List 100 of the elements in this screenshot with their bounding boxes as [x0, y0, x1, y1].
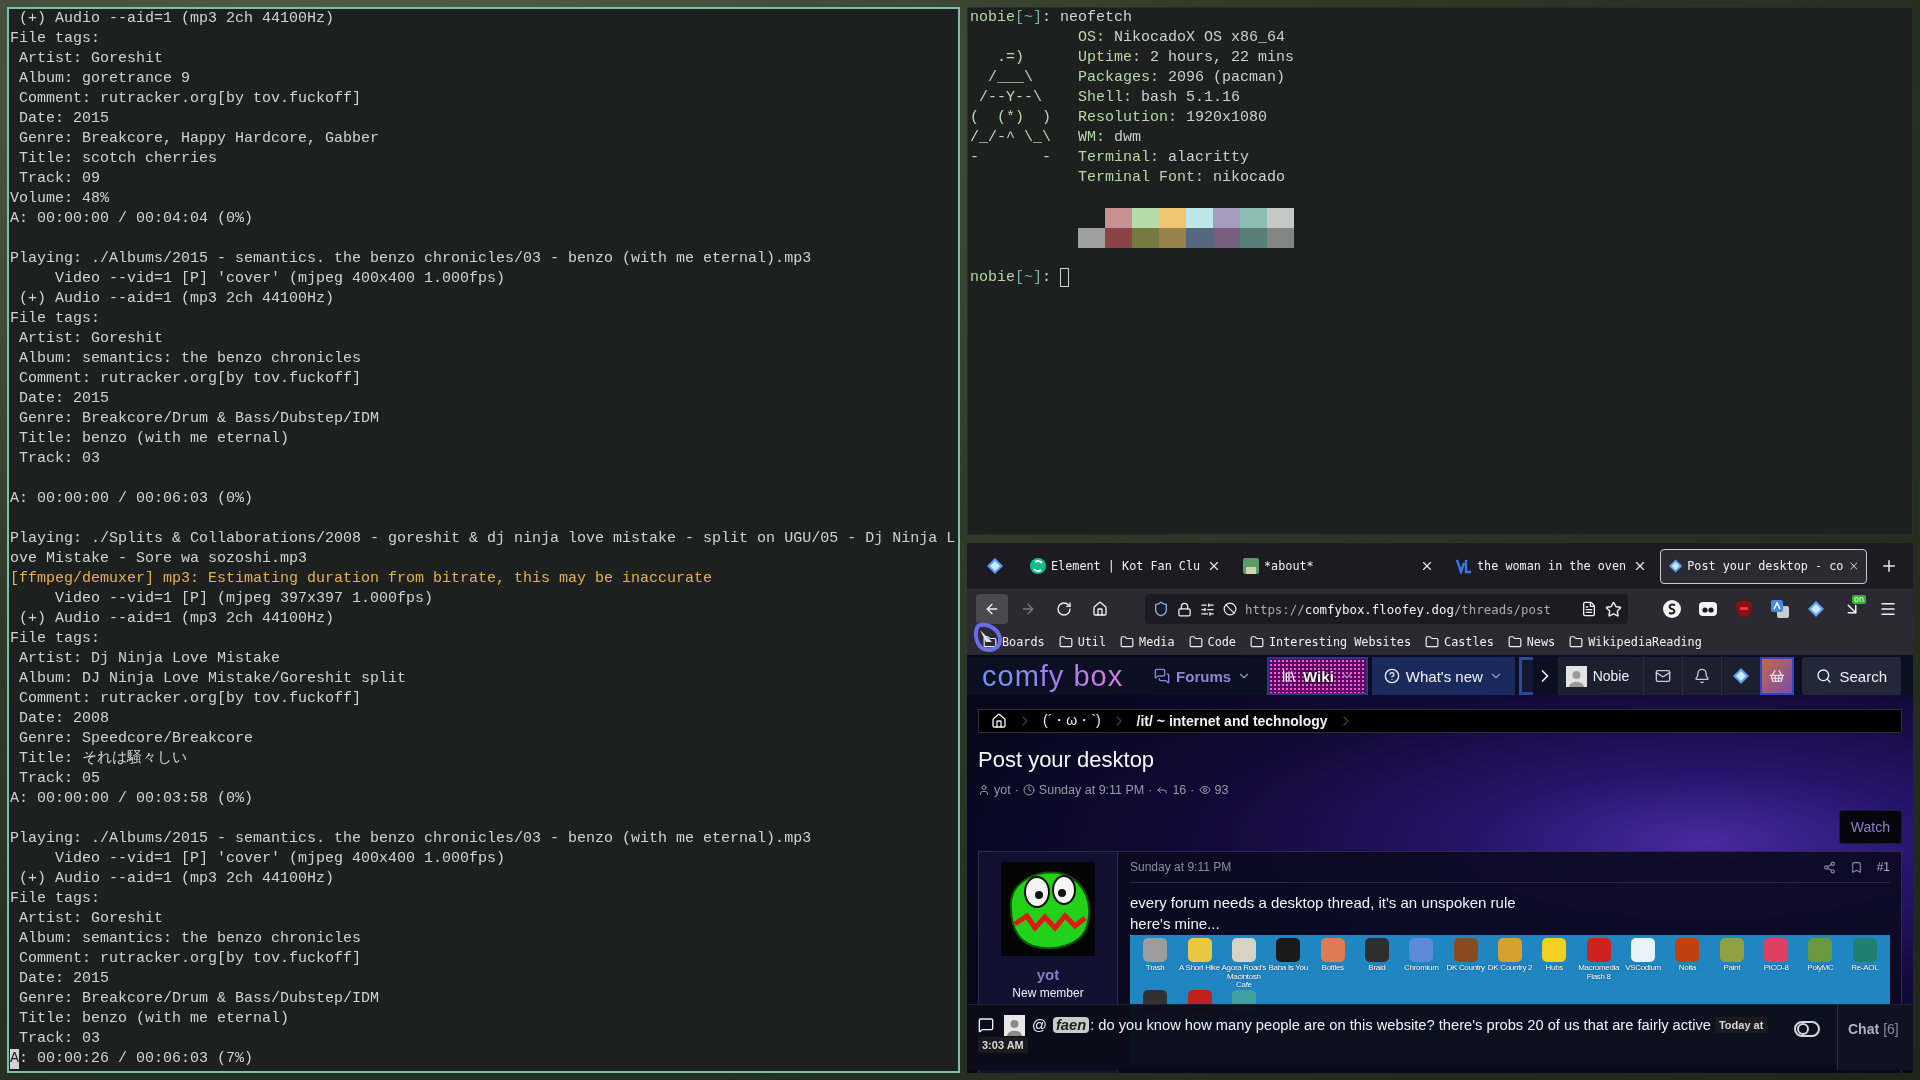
plus-icon	[1880, 557, 1898, 575]
app-label: Bottles	[1320, 964, 1345, 973]
terminal-line: Playing: ./Splits & Collaborations/2008 - goreshit & dj ninja love mistake - split on UGU/05 - Dj Ninja L	[10, 529, 956, 549]
terminal-line: Genre: Breakcore/Drum & Bass/Dubstep/IDM	[18, 409, 380, 429]
bookmark-folder[interactable]: Util	[1058, 635, 1107, 649]
speech-bubbles-icon	[1154, 668, 1171, 684]
post-number-link[interactable]: #1	[1876, 860, 1890, 874]
terminal-line: Date: 2008	[18, 709, 110, 729]
shield-icon	[1153, 601, 1169, 617]
terminal-line: Date: 2015	[18, 389, 110, 409]
username-link[interactable]: faen	[1052, 1017, 1090, 1033]
separator: ·	[1190, 783, 1195, 797]
browser-tab[interactable]: Post your desktop - co	[1660, 548, 1867, 584]
meta-text[interactable]: Sunday at 9:11 PM	[1038, 783, 1145, 797]
close-icon[interactable]	[1420, 559, 1434, 573]
clipped-nav-item[interactable]	[1518, 657, 1533, 695]
text-cursor: A	[10, 1049, 19, 1069]
bookmark-icon[interactable]	[1849, 860, 1863, 874]
bookmark-folder[interactable]: Interesting Websites	[1250, 635, 1412, 649]
share-icon[interactable]	[1822, 860, 1836, 874]
bell-icon	[1693, 668, 1710, 684]
reply-icon	[1156, 784, 1169, 796]
app-label: Hubs	[1544, 964, 1565, 973]
app-label: Noita	[1677, 964, 1697, 973]
terminal-line: Track: 09	[18, 169, 100, 189]
alerts-button[interactable]	[1682, 657, 1721, 695]
mouse-cursor-icon	[974, 622, 1004, 654]
terminal-line: Genre: Speedcore/Breakcore	[18, 729, 254, 749]
app-label: Trash	[1144, 964, 1166, 973]
chat-button[interactable]: Chat [6]	[1837, 1005, 1913, 1070]
terminal-line: Track: 03	[18, 1029, 100, 1049]
timestamp: Today at	[1714, 1017, 1768, 1033]
back-button[interactable]	[976, 594, 1008, 624]
image-placeholder	[1243, 558, 1259, 574]
close-icon[interactable]	[1633, 559, 1647, 573]
folder-icon	[1507, 635, 1522, 649]
bookmark-folder[interactable]: WikipediaReading	[1569, 635, 1702, 649]
terminal-line: File tags:	[10, 889, 100, 909]
terminal-line: Title: benzo (with me eternal)	[18, 429, 290, 449]
breadcrumb-link[interactable]: /it/ ~ internet and technology	[1136, 713, 1328, 729]
home-icon[interactable]	[991, 713, 1007, 729]
document-icon[interactable]	[1581, 601, 1597, 617]
swirl-logo-icon	[1030, 558, 1046, 574]
ascii-art-line: ( (*) )	[970, 108, 1052, 128]
bookmark-folder[interactable]: News	[1507, 635, 1556, 649]
author-link[interactable]: yot	[994, 783, 1011, 797]
ascii-art-line: /--Y--\	[978, 88, 1043, 108]
terminal-line: Track: 03	[18, 449, 100, 469]
tab-title: the woman in the oven	[1477, 559, 1628, 573]
browser-tab[interactable]: the woman in the oven	[1447, 548, 1654, 584]
nav-tab[interactable]: Forums	[1142, 657, 1264, 695]
terminal-line: File tags:	[10, 309, 100, 329]
toggle-icon	[1794, 1021, 1820, 1037]
breadcrumb-link[interactable]: (´・ω・`)	[1043, 712, 1101, 730]
terminal-line: Date: 2015	[18, 109, 110, 129]
address-bar[interactable]: https://comfybox.floofey.dog/threads/post	[1145, 594, 1628, 624]
meta-text: 16	[1172, 783, 1187, 797]
app-label: PICO-8	[1762, 964, 1790, 973]
ascii-art-line: /___\	[987, 68, 1034, 88]
terminal-line: Video --vid=1 [P] (mjpeg 397x397 1.000fps)	[54, 589, 434, 609]
terminal-line: A: 00:00:00 / 00:06:03 (0%)	[10, 489, 254, 509]
menu-icon	[1879, 600, 1897, 618]
system-info-line: Packages: 2096 (pacman)	[1078, 68, 1286, 88]
diamond-button[interactable]	[1720, 657, 1760, 695]
close-icon[interactable]	[1207, 559, 1221, 573]
status-badge: on	[1852, 595, 1866, 604]
nav-tab[interactable]: Wiki	[1267, 657, 1368, 695]
bookmark-folder[interactable]: Media	[1120, 635, 1175, 649]
app-label: DK Country	[1445, 964, 1486, 973]
terminal-line: Volume: 48%	[10, 189, 110, 209]
star-icon[interactable]	[1605, 600, 1622, 618]
terminal-line: Video --vid=1 [P] 'cover' (mjpeg 400x400 1.000fps)	[54, 269, 506, 289]
account-button[interactable]: Nobie	[1557, 657, 1644, 695]
inbox-button[interactable]	[1643, 657, 1682, 695]
terminal-line: (+) Audio --aid=1 (mp3 2ch 44100Hz)	[18, 609, 335, 629]
bookmark-folder[interactable]: Boards	[983, 635, 1045, 649]
timestamp: 3:03 AM	[978, 1037, 1028, 1053]
search-button[interactable]: Search	[1802, 657, 1901, 695]
mail-icon	[1655, 668, 1672, 684]
lock-icon	[1177, 601, 1192, 617]
shop-button[interactable]	[1759, 657, 1795, 695]
system-info-line: Terminal: alacritty	[1078, 148, 1250, 168]
avatar-placeholder	[1565, 665, 1587, 687]
close-icon[interactable]	[1848, 559, 1860, 573]
browser-tab[interactable]: Element | Kot Fan Clu	[1021, 548, 1228, 584]
meta-text: 93	[1214, 783, 1229, 797]
app-label: Paint	[1722, 964, 1742, 973]
bookmark-folder[interactable]: Castles	[1425, 635, 1494, 649]
app-label: Braid	[1367, 964, 1387, 973]
system-info-line: Resolution: 1920x1080	[1078, 108, 1268, 128]
username-link[interactable]: yot	[1036, 966, 1060, 983]
terminal-line: Comment: rutracker.org[by tov.fuckoff]	[18, 689, 362, 709]
post-text: every forum needs a desktop thread, it's an unspoken rule	[1130, 893, 1516, 913]
watch-button[interactable]: Watch	[1838, 810, 1902, 844]
terminal-line: Artist: Dj Ninja Love Mistake	[18, 649, 281, 669]
browser-tab[interactable]: *about*	[1234, 548, 1441, 584]
nav-tab[interactable]: What's new	[1371, 657, 1515, 695]
bookmark-folder[interactable]: Code	[1188, 635, 1236, 649]
app-label: Macromedia Flash 8	[1577, 964, 1621, 981]
diamond-icon	[1669, 558, 1683, 574]
